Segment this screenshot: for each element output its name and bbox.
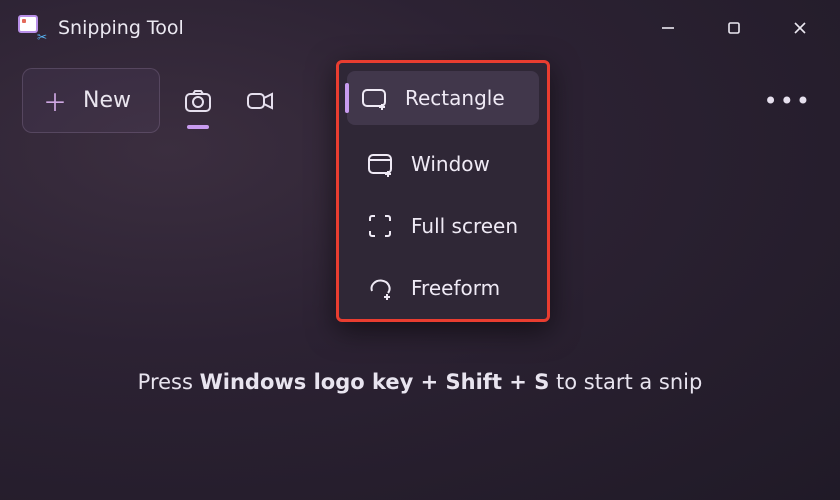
- mode-fullscreen[interactable]: Full screen: [347, 195, 539, 257]
- hint-text: Press Windows logo key + Shift + S to st…: [0, 370, 840, 394]
- camera-icon: [183, 86, 213, 116]
- mode-label: Freeform: [411, 276, 500, 300]
- rectangle-icon: [361, 85, 387, 111]
- app-window: ✂ Snipping Tool ＋ New: [0, 0, 840, 500]
- app-icon: ✂: [18, 15, 44, 41]
- fullscreen-icon: [367, 213, 393, 239]
- mode-freeform[interactable]: Freeform: [347, 257, 539, 319]
- video-icon: [245, 86, 275, 116]
- app-title: Snipping Tool: [58, 17, 184, 39]
- capture-mode-group: [178, 81, 280, 121]
- title-bar: ✂ Snipping Tool: [0, 0, 840, 56]
- photo-mode-button[interactable]: [178, 81, 218, 121]
- mode-label: Full screen: [411, 214, 518, 238]
- freeform-icon: [367, 275, 393, 301]
- new-button-label: New: [83, 88, 131, 113]
- close-button[interactable]: [786, 14, 814, 42]
- video-mode-button[interactable]: [240, 81, 280, 121]
- mode-label: Rectangle: [405, 86, 505, 110]
- window-controls: [654, 14, 832, 42]
- minimize-button[interactable]: [654, 14, 682, 42]
- mode-rectangle[interactable]: Rectangle: [347, 71, 539, 125]
- mode-window[interactable]: Window: [347, 133, 539, 195]
- mode-label: Window: [411, 152, 490, 176]
- snip-mode-menu: Rectangle Window Full screen: [336, 60, 550, 322]
- more-button[interactable]: •••: [758, 79, 818, 123]
- plus-icon: ＋: [43, 83, 67, 118]
- window-icon: [367, 151, 393, 177]
- maximize-button[interactable]: [720, 14, 748, 42]
- new-button[interactable]: ＋ New: [22, 68, 160, 133]
